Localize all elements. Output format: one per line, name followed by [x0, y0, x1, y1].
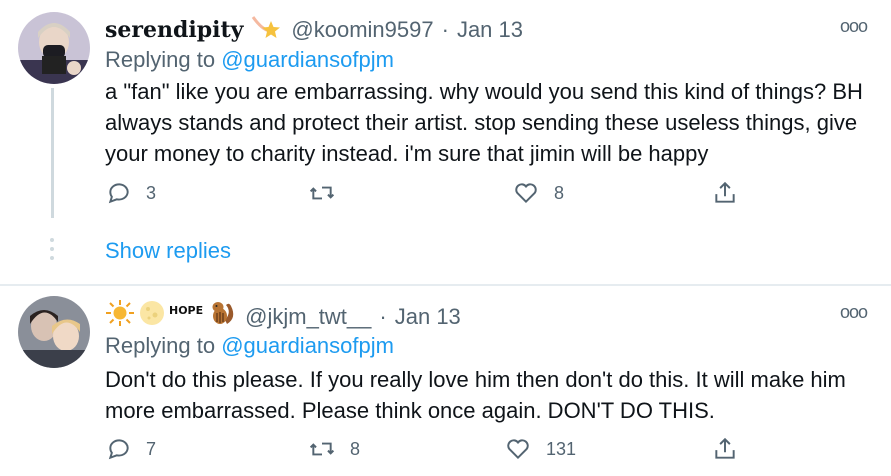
heart-icon — [515, 183, 537, 204]
replying-to-label: Replying to — [105, 47, 216, 72]
replying-to-label: Replying to — [105, 333, 216, 358]
share-button[interactable] — [712, 180, 738, 206]
separator-dot: · — [379, 303, 387, 329]
more-options-icon[interactable]: ooo — [840, 16, 868, 37]
like-count: 131 — [546, 438, 577, 459]
reply-icon — [108, 439, 129, 460]
reply-icon — [108, 183, 129, 204]
tweet-header: HOPE @jkjm_twt__ · Jan 13 — [105, 299, 461, 334]
like-button[interactable]: 131 — [504, 436, 576, 462]
moon-icon — [139, 300, 165, 333]
reply-count: 7 — [146, 438, 157, 459]
display-name[interactable]: serendipity — [105, 16, 243, 44]
replying-to: Replying to @guardiansofpjm — [105, 332, 394, 360]
tweet-2[interactable]: HOPE @jkjm_twt__ · Jan 13 ooo Replying t… — [0, 286, 891, 476]
hope-badge: HOPE — [169, 303, 204, 317]
reply-button[interactable]: 7 — [106, 436, 156, 462]
reply-button[interactable]: 3 — [106, 180, 156, 206]
chipmunk-icon — [209, 300, 237, 333]
handle[interactable]: @koomin9597 — [291, 16, 433, 44]
like-count: 8 — [554, 182, 565, 203]
share-button[interactable] — [712, 436, 738, 462]
avatar[interactable] — [18, 12, 90, 84]
timestamp[interactable]: Jan 13 — [395, 303, 461, 331]
retweet-count: 8 — [350, 438, 361, 459]
retweet-icon — [309, 186, 335, 200]
shooting-star-icon — [251, 13, 281, 46]
show-replies-link[interactable]: Show replies — [105, 238, 231, 264]
reply-count: 3 — [146, 182, 157, 203]
heart-icon — [507, 439, 529, 460]
thread-dots — [50, 238, 54, 265]
replying-to-link[interactable]: @guardiansofpjm — [221, 47, 394, 72]
avatar[interactable] — [18, 296, 90, 368]
tweet-1[interactable]: serendipity @koomin9597 · Jan 13 ooo Rep… — [0, 0, 891, 284]
handle[interactable]: @jkjm_twt__ — [245, 303, 371, 331]
sun-icon — [105, 299, 135, 334]
separator-dot: · — [441, 16, 449, 42]
retweet-icon — [309, 442, 335, 456]
timestamp[interactable]: Jan 13 — [457, 16, 523, 44]
retweet-button[interactable]: 8 — [308, 436, 360, 462]
tweet-text: a "fan" like you are embarrassing. why w… — [105, 79, 863, 166]
replying-to: Replying to @guardiansofpjm — [105, 46, 394, 74]
replying-to-link[interactable]: @guardiansofpjm — [221, 333, 394, 358]
like-button[interactable]: 8 — [512, 180, 564, 206]
tweet-header: serendipity @koomin9597 · Jan 13 — [105, 13, 523, 46]
tweet-text: Don't do this please. If you really love… — [105, 367, 846, 423]
more-options-icon[interactable]: ooo — [840, 302, 868, 323]
thread-line — [51, 88, 54, 218]
retweet-button[interactable] — [308, 180, 350, 206]
share-icon — [715, 437, 735, 459]
share-icon — [715, 181, 735, 203]
